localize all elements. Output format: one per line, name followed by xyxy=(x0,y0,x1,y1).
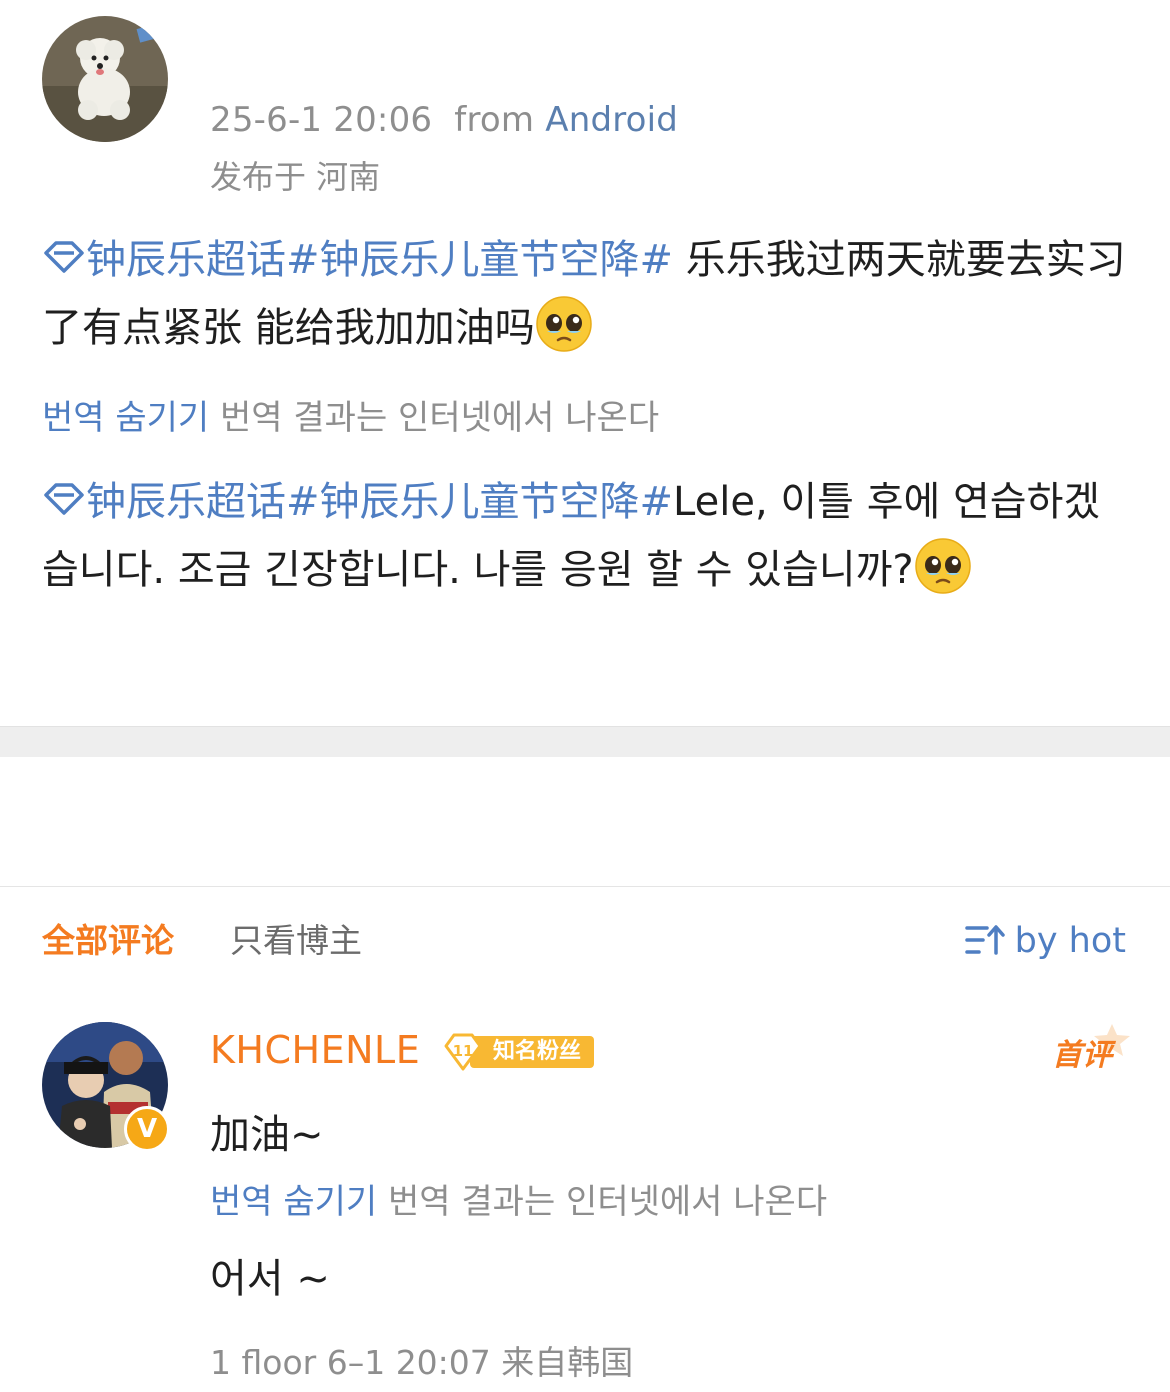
hide-translation-button[interactable]: 번역 숨기기 xyxy=(210,1182,377,1222)
post-timestamp: 25-6-1 20:06 xyxy=(210,100,433,140)
fan-label: 知名粉丝 xyxy=(470,1036,594,1068)
first-review-badge: 首评 xyxy=(1052,1038,1112,1073)
comment-footer: 1 floor 6–1 20:07 来自韩国 xyxy=(210,1343,634,1382)
comment-translate-row: 번역 숨기기 번역 결과는 인터넷에서 나온다 xyxy=(210,1174,827,1223)
comments-divider xyxy=(0,886,1170,887)
post-translate-row: 번역 숨기기 번역 결과는 인터넷에서 나온다 xyxy=(42,390,659,439)
super-topic-link[interactable]: 钟辰乐超话#钟辰乐儿童节空降# xyxy=(42,237,673,283)
translation-notice: 번역 결과는 인터넷에서 나온다 xyxy=(220,398,660,438)
tab-all-comments[interactable]: 全部评论 xyxy=(42,916,174,966)
verified-mark: V xyxy=(136,1114,158,1144)
fan-level-icon: 11 xyxy=(444,1033,482,1071)
translation-notice: 번역 결과는 인터넷에서 나온다 xyxy=(388,1182,828,1222)
translated-tags: 钟辰乐超话#钟辰乐儿童节空降# xyxy=(86,479,674,525)
post-tags: 钟辰乐超话#钟辰乐儿童节空降# xyxy=(86,237,674,283)
comment-item: V KHCHENLE 知名粉丝 11 首评 加油~ 번역 숨기기 번역 결과는 … xyxy=(0,1010,1170,1392)
post-translated-text: 钟辰乐超话#钟辰乐儿童节空降#Lele, 이틀 후에 연습하겠습니다. 조금 긴… xyxy=(42,468,1132,604)
sort-icon xyxy=(964,925,1005,955)
pleading-face-emoji xyxy=(914,538,971,594)
fan-level-number: 11 xyxy=(453,1042,474,1060)
post-original-text: 钟辰乐超话#钟辰乐儿童节空降# 乐乐我过两天就要去实习了有点紧张 能给我加加油吗 xyxy=(42,226,1132,362)
pleading-face-emoji xyxy=(535,296,592,352)
section-separator xyxy=(0,726,1170,757)
post-meta: 25-6-1 20:06 from Android xyxy=(210,100,678,140)
tab-host-only[interactable]: 只看博主 xyxy=(230,916,362,966)
commenter-username[interactable]: KHCHENLE xyxy=(210,1028,420,1072)
verified-badge-icon: V xyxy=(124,1106,170,1152)
hide-translation-button[interactable]: 번역 숨기기 xyxy=(42,398,209,438)
fan-badge[interactable]: 知名粉丝 11 xyxy=(442,1033,594,1071)
sort-label: by hot xyxy=(1014,921,1126,961)
dog-avatar-image xyxy=(42,16,168,142)
comment-translated-text: 어서 ~ xyxy=(210,1256,330,1302)
comment-text: 加油~ xyxy=(210,1112,324,1158)
post-from-prefix: from xyxy=(454,100,535,140)
post-header: 25-6-1 20:06 from Android 发布于 河南 xyxy=(0,0,1170,200)
comments-tabs: 全部评论 只看博主 by hot xyxy=(0,916,1170,972)
super-topic-link-translated[interactable]: 钟辰乐超话#钟辰乐儿童节空降# xyxy=(42,479,673,525)
poster-avatar[interactable] xyxy=(42,16,168,142)
sort-by-hot-button[interactable]: by hot xyxy=(964,916,1126,966)
super-topic-diamond-icon xyxy=(44,483,84,515)
post-location: 发布于 河南 xyxy=(210,158,381,196)
super-topic-diamond-icon xyxy=(44,241,84,273)
post-source-link[interactable]: Android xyxy=(545,100,678,140)
